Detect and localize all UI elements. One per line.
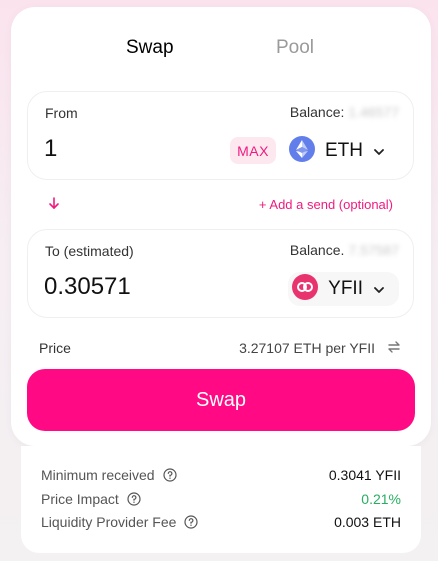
question-circle-icon[interactable] [162, 468, 177, 482]
from-label: From [45, 105, 78, 121]
swap-button[interactable]: Swap [27, 369, 415, 431]
price-row: Price 3.27107 ETH per YFII [39, 338, 403, 358]
to-balance: Balance. 7.57587 [290, 242, 399, 258]
min-received-row: Minimum received 0.3041 YFII [41, 466, 401, 484]
to-token-name: YFII [328, 278, 363, 299]
chevron-down-icon [373, 283, 385, 295]
lp-fee-row: Liquidity Provider Fee 0.003 ETH [41, 513, 401, 531]
swap-arrows-icon[interactable] [385, 338, 403, 359]
add-send-link[interactable]: + Add a send (optional) [259, 197, 393, 212]
price-impact-row: Price Impact 0.21% [41, 490, 401, 508]
arrow-down-icon[interactable] [47, 196, 61, 215]
min-received-value: 0.3041 YFII [328, 467, 401, 483]
lp-fee-value: 0.003 ETH [334, 514, 401, 530]
tab-swap[interactable]: Swap [126, 37, 174, 59]
max-button[interactable]: MAX [230, 137, 276, 164]
price-impact-value: 0.21% [361, 491, 401, 507]
from-amount-input[interactable] [44, 132, 194, 166]
from-token-selector[interactable]: ETH [285, 134, 399, 168]
swap-card: Swap Pool From Balance: 1.46577 MAX ETH [11, 7, 431, 446]
ethereum-icon [289, 135, 315, 167]
from-token-name: ETH [325, 140, 363, 161]
to-balance-label: Balance. [289, 242, 345, 258]
from-balance-value: 1.46577 [348, 104, 399, 120]
tab-pool[interactable]: Pool [276, 37, 314, 59]
to-balance-value: 7.57587 [348, 242, 399, 258]
price-value: 3.27107 ETH per YFII [239, 340, 375, 356]
tab-bar: Swap Pool [11, 37, 431, 73]
yfii-icon [292, 273, 319, 305]
price-label: Price [39, 340, 71, 356]
question-circle-icon[interactable] [127, 492, 141, 506]
chevron-down-icon [373, 145, 385, 157]
min-received-label: Minimum received [41, 467, 155, 483]
price-impact-label: Price Impact [41, 491, 119, 507]
from-balance: Balance: 1.46577 [290, 104, 399, 120]
question-circle-icon[interactable] [184, 515, 199, 529]
to-amount-input[interactable] [44, 270, 194, 304]
to-panel: To (estimated) Balance. 7.57587 YFII [27, 229, 414, 318]
lp-fee-label: Liquidity Provider Fee [41, 514, 177, 530]
from-balance-label: Balance: [289, 104, 345, 120]
to-label: To (estimated) [45, 243, 134, 259]
from-panel: From Balance: 1.46577 MAX ETH [27, 91, 414, 180]
to-token-selector[interactable]: YFII [288, 272, 399, 306]
trade-details: Minimum received 0.3041 YFII Price Impac… [21, 446, 421, 553]
